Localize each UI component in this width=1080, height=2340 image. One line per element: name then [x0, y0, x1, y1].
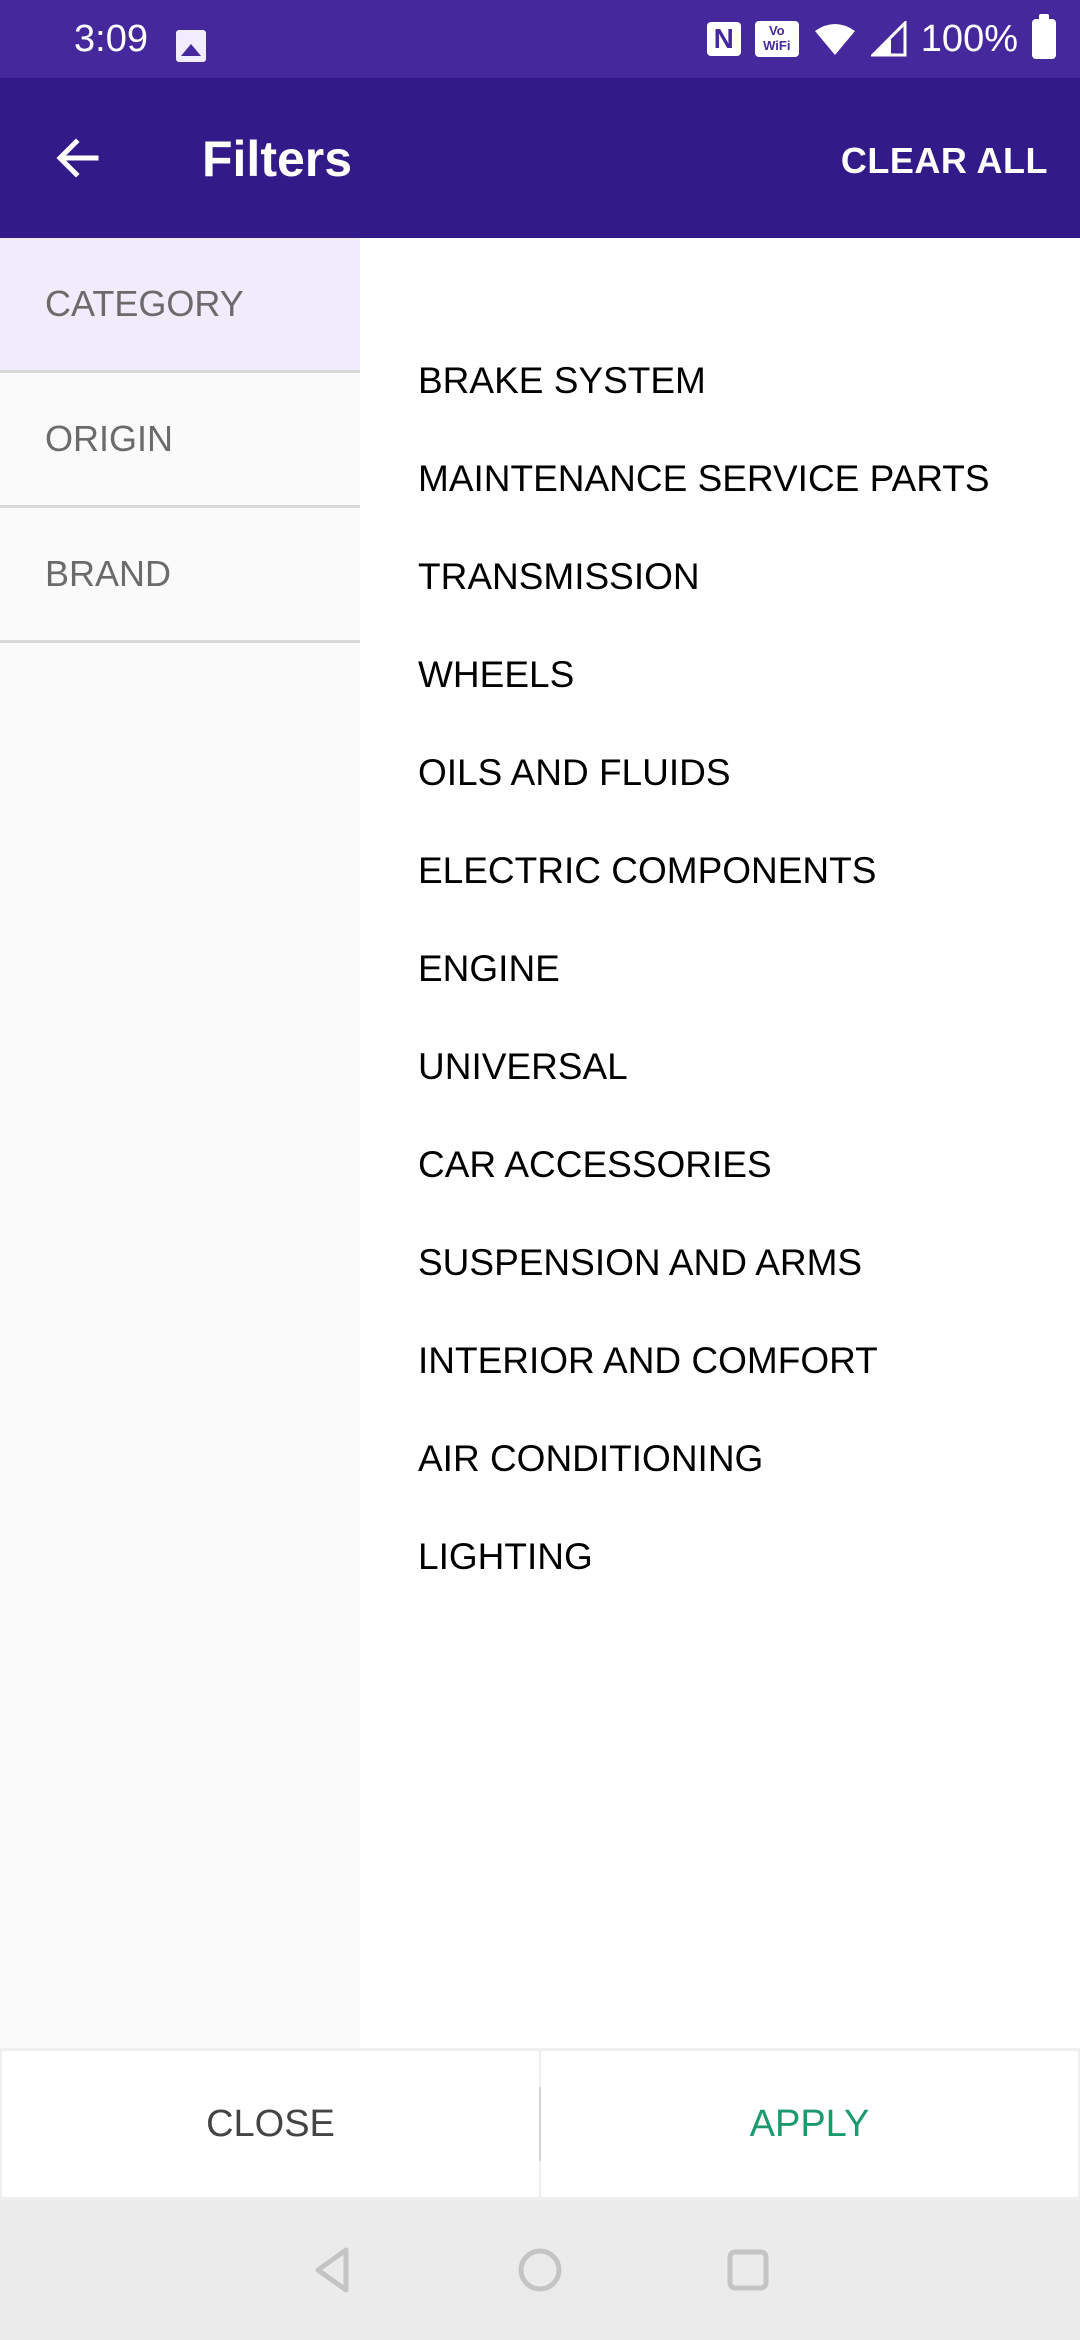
back-button[interactable] [40, 120, 116, 196]
option-engine[interactable]: ENGINE [360, 920, 1080, 1018]
option-car-accessories[interactable]: CAR ACCESSORIES [360, 1116, 1080, 1214]
vowifi-line1: Vo [768, 23, 785, 38]
vowifi-line2: WiFi [763, 38, 791, 53]
signal-icon [870, 21, 907, 57]
clear-all-button[interactable]: CLEAR ALL [841, 140, 1048, 182]
option-universal[interactable]: UNIVERSAL [360, 1018, 1080, 1116]
bottom-action-bar: CLOSE APPLY [0, 2048, 1080, 2200]
tab-brand[interactable]: BRAND [0, 508, 360, 643]
status-time: 3:09 [74, 18, 148, 60]
vowifi-icon: Vo WiFi [754, 21, 799, 57]
app-bar: Filters CLEAR ALL [0, 78, 1080, 238]
nav-back-button[interactable] [308, 2246, 356, 2294]
filter-tabs-panel: CATEGORY ORIGIN BRAND [0, 238, 360, 2048]
option-maintenance-service-parts[interactable]: MAINTENANCE SERVICE PARTS [360, 430, 1080, 528]
page-title: Filters [202, 131, 353, 187]
nav-recents-button[interactable] [724, 2246, 772, 2294]
option-oils-and-fluids[interactable]: OILS AND FLUIDS [360, 724, 1080, 822]
option-interior-and-comfort[interactable]: INTERIOR AND COMFORT [360, 1312, 1080, 1410]
gallery-icon [176, 30, 206, 62]
option-brake-system[interactable]: BRAKE SYSTEM [360, 332, 1080, 430]
back-triangle-icon [315, 2247, 349, 2293]
close-button[interactable]: CLOSE [2, 2051, 539, 2197]
home-circle-icon [518, 2248, 562, 2292]
option-wheels[interactable]: WHEELS [360, 626, 1080, 724]
tab-origin[interactable]: ORIGIN [0, 373, 360, 508]
battery-icon [1032, 14, 1056, 59]
arrow-left-icon [56, 138, 99, 178]
tab-category[interactable]: CATEGORY [0, 238, 360, 373]
status-icons: N Vo WiFi 100% [706, 14, 1056, 62]
status-bar: 3:09 N Vo WiFi 100% [0, 0, 1080, 78]
nfc-icon: N [706, 22, 741, 56]
option-suspension-and-arms[interactable]: SUSPENSION AND ARMS [360, 1214, 1080, 1312]
apply-button[interactable]: APPLY [541, 2051, 1078, 2197]
wifi-icon [814, 24, 855, 55]
category-options-list: BRAKE SYSTEM MAINTENANCE SERVICE PARTS T… [360, 238, 1080, 2048]
option-lighting[interactable]: LIGHTING [360, 1508, 1080, 1606]
recents-square-icon [727, 2249, 769, 2291]
battery-percent: 100% [920, 17, 1018, 60]
nav-home-button[interactable] [516, 2246, 564, 2294]
option-air-conditioning[interactable]: AIR CONDITIONING [360, 1410, 1080, 1508]
option-electric-components[interactable]: ELECTRIC COMPONENTS [360, 822, 1080, 920]
option-transmission[interactable]: TRANSMISSION [360, 528, 1080, 626]
system-nav-bar [0, 2200, 1080, 2340]
